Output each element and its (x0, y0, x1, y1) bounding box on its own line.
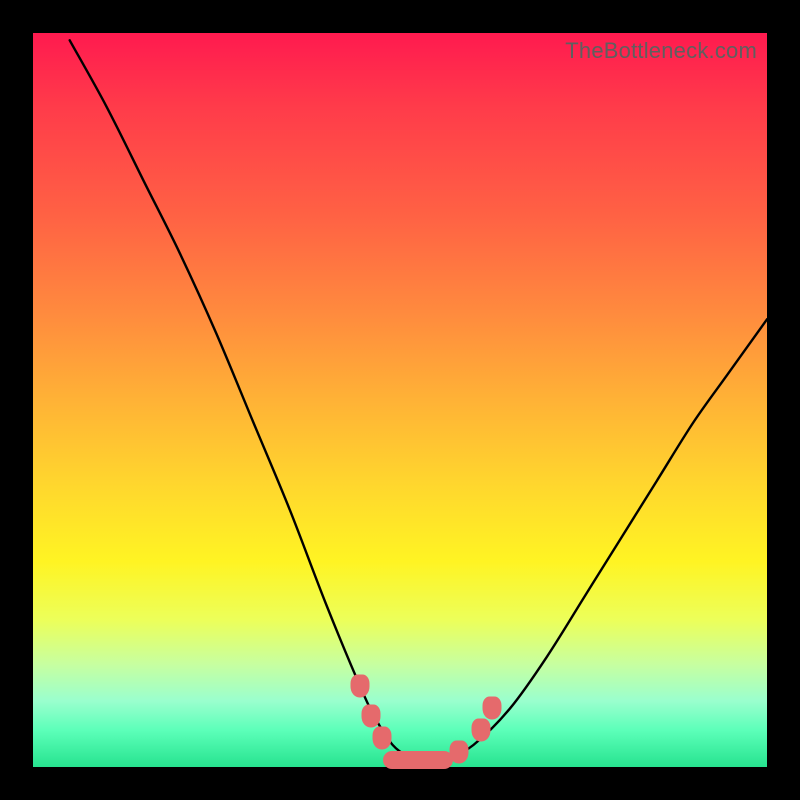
curve-marker (350, 675, 369, 698)
curve-path (70, 40, 767, 760)
chart-frame: TheBottleneck.com (0, 0, 800, 800)
plot-area: TheBottleneck.com (33, 33, 767, 767)
bottleneck-curve (33, 33, 767, 767)
curve-marker (361, 704, 380, 727)
curve-marker (482, 697, 501, 720)
curve-marker (471, 719, 490, 742)
curve-marker (383, 751, 453, 769)
curve-marker (372, 726, 391, 749)
curve-marker (449, 741, 468, 764)
attribution-text: TheBottleneck.com (565, 38, 757, 64)
